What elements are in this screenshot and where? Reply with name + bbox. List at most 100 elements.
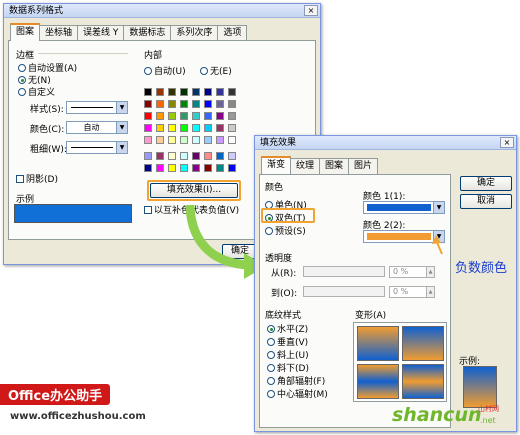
shading-style-radio[interactable]: 中心辐射(M) [267, 387, 328, 400]
tab-picture[interactable]: 图片 [348, 158, 379, 174]
ok-button-2[interactable]: 确定 [460, 176, 512, 191]
palette-swatch[interactable] [168, 88, 176, 96]
palette-swatch[interactable] [192, 152, 200, 160]
palette-swatch[interactable] [192, 112, 200, 120]
palette-swatch[interactable] [180, 164, 188, 172]
palette-swatch[interactable] [144, 136, 152, 144]
palette-swatch[interactable] [216, 112, 224, 120]
close-icon[interactable]: × [500, 137, 514, 148]
shadow-checkbox[interactable]: 阴影(D) [16, 172, 58, 185]
palette-swatch[interactable] [228, 152, 236, 160]
palette-swatch[interactable] [156, 100, 164, 108]
palette-swatch[interactable] [192, 88, 200, 96]
tab-options[interactable]: 选项 [217, 25, 248, 41]
palette-swatch[interactable] [168, 152, 176, 160]
palette-swatch[interactable] [168, 124, 176, 132]
palette-swatch[interactable] [168, 164, 176, 172]
dialog1-tabs: 图案 坐标轴 误差线 Y 数据标志 系列次序 选项 [10, 23, 248, 41]
palette-swatch[interactable] [192, 100, 200, 108]
palette-swatch[interactable] [180, 112, 188, 120]
to-slider[interactable] [303, 286, 385, 297]
palette-swatch[interactable] [168, 112, 176, 120]
palette-swatch[interactable] [156, 112, 164, 120]
palette-swatch[interactable] [204, 164, 212, 172]
palette-swatch[interactable] [216, 88, 224, 96]
palette-swatch[interactable] [144, 88, 152, 96]
palette-swatch[interactable] [144, 100, 152, 108]
palette-swatch[interactable] [180, 88, 188, 96]
tab-data-labels[interactable]: 数据标志 [123, 25, 172, 41]
fill-none-radio[interactable]: 无(E) [200, 64, 232, 77]
shading-style-radio[interactable]: 斜上(U) [267, 348, 309, 361]
close-icon[interactable]: × [304, 5, 318, 16]
palette-swatch[interactable] [156, 164, 164, 172]
tab-error-bars[interactable]: 误差线 Y [77, 25, 125, 41]
palette-swatch[interactable] [204, 112, 212, 120]
shading-style-radio[interactable]: 角部辐射(F) [267, 374, 325, 387]
from-slider[interactable] [303, 266, 385, 277]
variant-4[interactable] [402, 364, 444, 399]
palette-swatch[interactable] [228, 88, 236, 96]
palette-swatch[interactable] [168, 136, 176, 144]
palette-swatch[interactable] [216, 100, 224, 108]
palette-swatch[interactable] [228, 124, 236, 132]
palette-swatch[interactable] [216, 124, 224, 132]
weight-combo[interactable]: ▼ [66, 141, 128, 154]
from-spinner[interactable]: 0 % ▲ [389, 266, 435, 278]
palette-swatch[interactable] [180, 124, 188, 132]
tab-axis[interactable]: 坐标轴 [39, 25, 79, 41]
palette-swatch[interactable] [144, 152, 152, 160]
dialog2-titlebar: 填充效果 × [255, 136, 516, 150]
palette-swatch[interactable] [144, 164, 152, 172]
variant-1[interactable] [357, 326, 399, 361]
border-custom-radio[interactable]: 自定义 [18, 85, 55, 98]
palette-swatch[interactable] [192, 136, 200, 144]
style-combo[interactable]: ▼ [66, 101, 128, 114]
palette-swatch[interactable] [180, 100, 188, 108]
palette-swatch[interactable] [204, 152, 212, 160]
color-combo[interactable]: 自动 ▼ [66, 121, 128, 134]
variants-label: 变形(A) [355, 311, 387, 321]
palette-swatch[interactable] [180, 136, 188, 144]
palette-swatch[interactable] [216, 152, 224, 160]
palette-swatch[interactable] [228, 100, 236, 108]
palette-swatch[interactable] [180, 152, 188, 160]
palette-swatch[interactable] [192, 164, 200, 172]
palette-swatch[interactable] [228, 164, 236, 172]
to-spinner[interactable]: 0 % ▲ [389, 286, 435, 298]
palette-swatch[interactable] [204, 136, 212, 144]
tab-series-order[interactable]: 系列次序 [170, 25, 219, 41]
tab-pattern[interactable]: 图案 [10, 23, 41, 41]
cancel-button[interactable]: 取消 [460, 194, 512, 209]
palette-swatch[interactable] [144, 112, 152, 120]
variant-3[interactable] [357, 364, 399, 399]
palette-swatch[interactable] [228, 136, 236, 144]
palette-swatch[interactable] [204, 88, 212, 96]
palette-swatch[interactable] [144, 124, 152, 132]
palette-swatch[interactable] [156, 124, 164, 132]
fill-auto-radio[interactable]: 自动(U) [144, 64, 186, 77]
shading-style-radio[interactable]: 斜下(D) [267, 361, 309, 374]
palette-swatch[interactable] [156, 136, 164, 144]
palette-swatch[interactable] [192, 124, 200, 132]
tab-gradient[interactable]: 渐变 [261, 156, 292, 174]
palette-swatch[interactable] [216, 164, 224, 172]
shading-style-radio[interactable]: 水平(Z) [267, 322, 308, 335]
palette-swatch[interactable] [204, 100, 212, 108]
palette-swatch[interactable] [156, 88, 164, 96]
tab-texture[interactable]: 纹理 [290, 158, 321, 174]
palette-swatch[interactable] [216, 136, 224, 144]
palette-swatch[interactable] [168, 100, 176, 108]
shading-style-radio[interactable]: 垂直(V) [267, 335, 308, 348]
variant-2[interactable] [402, 326, 444, 361]
palette-swatch[interactable] [156, 152, 164, 160]
shancun-logo-net: .net [480, 416, 496, 425]
palette-swatch[interactable] [228, 112, 236, 120]
brand-url: www.officezhushou.com [10, 411, 146, 422]
shading-style-label: 斜下(D) [277, 364, 309, 374]
dialog1-title: 数据系列格式 [9, 6, 64, 16]
tab-pattern2[interactable]: 图案 [319, 158, 350, 174]
palette-swatch[interactable] [204, 124, 212, 132]
preset-radio[interactable]: 预设(S) [265, 224, 306, 237]
color1-picker[interactable]: ▼ [363, 201, 445, 214]
